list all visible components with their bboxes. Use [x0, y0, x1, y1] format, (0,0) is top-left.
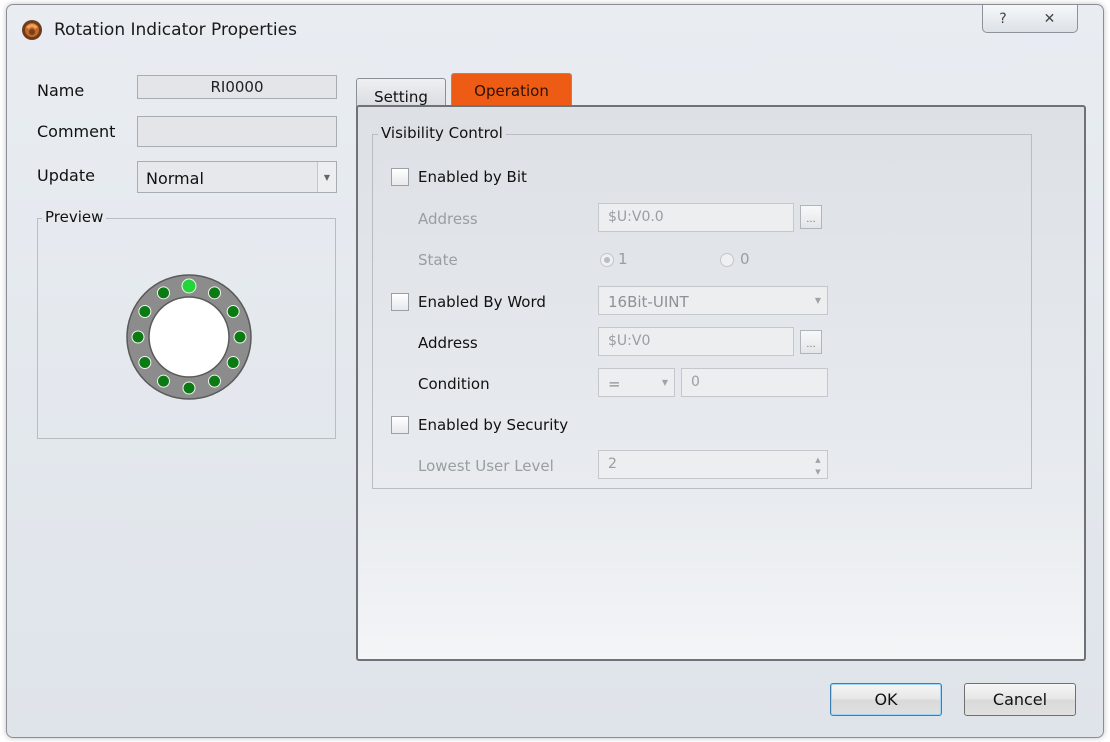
- bit-address-value: $U:V0.0: [608, 209, 664, 225]
- word-address-value: $U:V0: [608, 333, 651, 349]
- word-type-dropdown[interactable]: 16Bit-UINT ▼: [598, 286, 828, 315]
- window-title: Rotation Indicator Properties: [54, 20, 297, 40]
- word-address-field[interactable]: $U:V0: [598, 327, 794, 356]
- rotation-indicator-preview: [126, 274, 252, 400]
- state-option-0-label: 0: [740, 250, 750, 268]
- indicator-led: [182, 381, 196, 395]
- state-radio-0[interactable]: [720, 253, 734, 267]
- lowest-user-level-value: 2: [608, 456, 617, 472]
- close-icon: ✕: [1043, 10, 1056, 27]
- word-address-browse-button[interactable]: ...: [800, 330, 822, 354]
- indicator-led: [226, 356, 240, 369]
- indicator-led: [226, 305, 240, 318]
- cancel-button[interactable]: Cancel: [964, 683, 1076, 716]
- enabled-by-word-checkbox[interactable]: [391, 293, 409, 311]
- app-icon: [22, 20, 42, 40]
- preview-group: [37, 218, 336, 439]
- indicator-led: [157, 374, 170, 388]
- tab-operation-label: Operation: [474, 82, 549, 100]
- ellipsis-icon: ...: [806, 339, 816, 350]
- chevron-down-icon: ▼: [661, 378, 669, 387]
- condition-value-field[interactable]: 0: [681, 368, 828, 397]
- word-type-value: 16Bit-UINT: [608, 293, 689, 311]
- name-label: Name: [37, 81, 85, 100]
- word-address-label: Address: [418, 334, 478, 352]
- update-value: Normal: [146, 169, 204, 188]
- condition-operator-dropdown[interactable]: = ▼: [598, 368, 675, 397]
- condition-value: 0: [691, 374, 700, 390]
- visibility-control-group: Enabled by Bit Address $U:V0.0 ... State…: [372, 134, 1032, 489]
- name-value: RI0000: [210, 78, 264, 96]
- ok-button[interactable]: OK: [830, 683, 942, 716]
- indicator-led: [157, 286, 170, 300]
- lowest-user-level-label: Lowest User Level: [418, 457, 554, 475]
- indicator-led: [208, 374, 221, 388]
- comment-label: Comment: [37, 122, 116, 141]
- state-label: State: [418, 251, 458, 269]
- enabled-by-bit-label: Enabled by Bit: [418, 168, 527, 186]
- ok-button-label: OK: [874, 690, 898, 709]
- bit-address-field[interactable]: $U:V0.0: [598, 203, 794, 232]
- name-field[interactable]: RI0000: [137, 75, 337, 99]
- help-button[interactable]: ?: [982, 5, 1024, 33]
- visibility-control-label: Visibility Control: [378, 124, 506, 142]
- help-icon: ?: [999, 10, 1007, 27]
- indicator-led: [208, 286, 221, 300]
- cancel-button-label: Cancel: [992, 690, 1048, 709]
- update-dropdown[interactable]: Normal ▼: [137, 161, 337, 193]
- chevron-down-icon: ▼: [814, 296, 822, 305]
- condition-operator-value: =: [608, 375, 621, 393]
- enabled-by-word-label: Enabled By Word: [418, 293, 546, 311]
- indicator-led: [181, 278, 197, 294]
- indicator-led: [233, 330, 247, 344]
- preview-label: Preview: [42, 208, 107, 226]
- ellipsis-icon: ...: [806, 214, 816, 225]
- comment-field[interactable]: [137, 116, 337, 147]
- chevron-down-icon: ▼: [317, 162, 336, 192]
- indicator-led: [138, 305, 152, 318]
- update-label: Update: [37, 166, 95, 185]
- bit-address-browse-button[interactable]: ...: [800, 205, 822, 229]
- title-bar: Rotation Indicator Properties ? ✕: [7, 5, 1103, 53]
- enabled-by-bit-checkbox[interactable]: [391, 168, 409, 186]
- indicator-led: [131, 330, 145, 344]
- close-button[interactable]: ✕: [1022, 5, 1078, 33]
- enabled-by-security-checkbox[interactable]: [391, 416, 409, 434]
- properties-dialog: Rotation Indicator Properties ? ✕ Name R…: [6, 4, 1104, 738]
- tab-setting[interactable]: Setting: [356, 78, 446, 108]
- tab-operation[interactable]: Operation: [451, 73, 572, 108]
- lowest-user-level-spinner[interactable]: 2 ▲ ▼: [598, 450, 828, 479]
- condition-label: Condition: [418, 375, 490, 393]
- spinner-arrows-icon[interactable]: ▲ ▼: [811, 454, 825, 478]
- tab-setting-label: Setting: [374, 87, 428, 106]
- state-radio-1[interactable]: [600, 253, 614, 267]
- operation-panel: Enabled by Bit Address $U:V0.0 ... State…: [356, 105, 1086, 661]
- state-option-1-label: 1: [618, 250, 628, 268]
- bit-address-label: Address: [418, 210, 478, 228]
- indicator-led: [138, 356, 152, 369]
- enabled-by-security-label: Enabled by Security: [418, 416, 569, 434]
